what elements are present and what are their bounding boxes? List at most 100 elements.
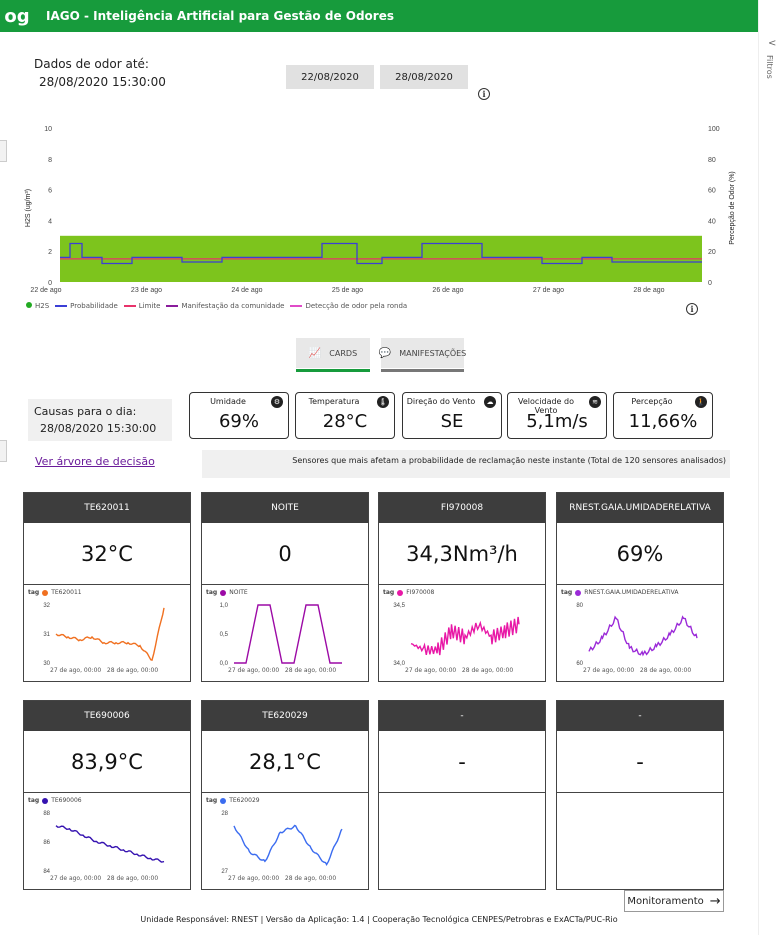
x-tick: 25 de ago: [332, 287, 363, 294]
sensor-mini-chart: tag TE620029 28 27 27 de ago, 00:00 28 de ag…: [202, 793, 368, 889]
chart-icon: 📈: [308, 347, 322, 359]
tab-manifestacoes[interactable]: 💬 MANIFESTAÇÕES: [378, 338, 467, 372]
mini-y-tick: 32: [43, 603, 50, 609]
mini-x-ticks: 27 de ago, 00:00 28 de ago, 00:00: [228, 875, 337, 882]
info-icon[interactable]: i: [686, 303, 698, 315]
mini-series-line: [588, 615, 698, 657]
kpi-card: Direção do Vento ☁ SE: [402, 392, 502, 439]
sensor-card-title: -: [379, 701, 545, 731]
kpi-icon: ⚙: [271, 396, 283, 408]
y-tick-left: 6: [48, 188, 52, 195]
left-panel-tab[interactable]: [0, 440, 7, 462]
app-logo: og: [4, 5, 30, 27]
y-tick-left: 10: [44, 126, 52, 133]
legend-item[interactable]: Limite: [123, 302, 161, 310]
legend-label: Detecção de odor pela ronda: [305, 302, 408, 310]
sensor-card[interactable]: TE620011 32°C tag TE620011 32 31 30 27 de ago, …: [23, 492, 191, 682]
kpi-title: Umidade: [210, 397, 246, 406]
filters-rail[interactable]: [758, 0, 780, 935]
odor-data-value: 28/08/2020 15:30:00: [39, 75, 166, 89]
mini-x-ticks: 27 de ago, 00:00 28 de ago, 00:00: [583, 667, 692, 674]
date-from-field[interactable]: 22/08/2020: [286, 65, 374, 89]
mini-y-tick: 28: [221, 811, 228, 817]
sensor-mini-chart: tag NOITE 1,0 0,5 0,0 27 de ago, 00:00 28 de …: [202, 585, 368, 681]
legend-item[interactable]: Probabilidade: [55, 302, 118, 310]
kpi-title: Direção do Vento: [406, 397, 476, 406]
sensor-card-title: FI970008: [379, 493, 545, 523]
causas-value: 28/08/2020 15:30:00: [40, 422, 157, 435]
y-tick-right: 20: [708, 249, 716, 256]
sensor-mini-chart: tag TE620011 32 31 30 27 de ago, 00:00 28 de …: [24, 585, 190, 681]
y-tick-right: 40: [708, 218, 716, 225]
sensor-card[interactable]: --: [556, 700, 724, 890]
kpi-value: 5,1m/s: [526, 411, 588, 432]
sensor-card-title: TE620011: [24, 493, 190, 523]
filters-label[interactable]: Filtros: [765, 55, 774, 79]
legend-item[interactable]: Detecção de odor pela ronda: [290, 302, 407, 310]
y-tick-right: 60: [708, 188, 716, 195]
mini-y-tick: 34,5: [393, 603, 405, 609]
active-tab-indicator: [296, 369, 370, 372]
sensor-card[interactable]: TE620029 28,1°C tag TE620029 28 27 27 de ago, …: [201, 700, 369, 890]
odor-data-label: Dados de odor até:: [34, 57, 149, 71]
sensor-card-value: 28,1°C: [202, 731, 368, 793]
legend-label: Probabilidade: [70, 302, 118, 310]
y-tick-left: 8: [48, 157, 52, 164]
sensor-card[interactable]: --: [378, 700, 546, 890]
mini-series-line: [233, 824, 343, 867]
sensors-description: Sensores que mais afetam a probabilidade…: [202, 450, 730, 478]
kpi-value: 28°C: [322, 411, 368, 432]
mini-series-line: [234, 604, 342, 664]
kpi-value: SE: [440, 411, 464, 432]
kpi-icon: ≋: [589, 396, 601, 408]
sensor-card-value: 34,3Nm³/h: [379, 523, 545, 585]
kpi-icon: ☁: [484, 396, 496, 408]
legend-label: Limite: [138, 302, 161, 310]
sensor-card-value: -: [557, 731, 723, 793]
x-tick: 28 de ago: [633, 287, 664, 294]
kpi-title: Percepção: [631, 397, 673, 406]
sensor-card-value: 32°C: [24, 523, 190, 585]
monitoramento-button[interactable]: Monitoramento →: [624, 890, 724, 912]
sensor-card-title: -: [557, 701, 723, 731]
legend-line: [290, 305, 303, 307]
top-bar: og IAGO - Inteligência Artificial para G…: [0, 0, 758, 32]
mini-x-ticks: 27 de ago, 00:00 28 de ago, 00:00: [228, 667, 337, 674]
monitoramento-label: Monitoramento: [627, 895, 704, 907]
mini-series-line: [410, 616, 520, 656]
legend-item[interactable]: Manifestação da comunidade: [166, 302, 284, 310]
causas-box: Causas para o dia: 28/08/2020 15:30:00: [28, 399, 172, 441]
date-to-field[interactable]: 28/08/2020: [380, 65, 468, 89]
left-panel-tab[interactable]: [0, 140, 7, 162]
mini-y-tick: 1,0: [220, 603, 229, 609]
kpi-card: Velocidade do Vento ≋ 5,1m/s: [507, 392, 607, 439]
tab-manifestacoes-label: MANIFESTAÇÕES: [399, 348, 467, 358]
mini-y-tick: 80: [576, 603, 583, 609]
kpi-card: Percepção 🚶 11,66%: [613, 392, 713, 439]
sensor-card-value: 0: [202, 523, 368, 585]
sensor-card[interactable]: TE690006 83,9°C tag TE690006 88 86 84 27 de ago…: [23, 700, 191, 890]
mini-y-tick: 86: [43, 840, 50, 846]
sensor-card[interactable]: FI970008 34,3Nm³/h tag FI970008 34,5 34,0 27 d…: [378, 492, 546, 682]
x-tick: 26 de ago: [432, 287, 463, 294]
mini-series-line: [55, 607, 165, 661]
sensor-card[interactable]: RNEST.GAIA.UMIDADERELATIVA 69% tag RNEST.GA…: [556, 492, 724, 682]
x-tick: 22 de ago: [30, 287, 61, 294]
message-icon: 💬: [378, 347, 392, 359]
tab-cards[interactable]: 📈 CARDS: [296, 338, 370, 372]
sensor-card-value: 83,9°C: [24, 731, 190, 793]
chevron-left-icon[interactable]: <: [768, 38, 776, 49]
sensor-mini-chart: [557, 793, 723, 889]
kpi-card: Umidade ⚙ 69%: [189, 392, 289, 439]
legend-item[interactable]: H2S: [26, 302, 49, 310]
app-title: IAGO - Inteligência Artificial para Gest…: [46, 9, 394, 23]
y-axis-label-left: H2S (ug/m³): [25, 189, 32, 227]
info-icon[interactable]: i: [478, 88, 490, 100]
mini-series-line: [55, 825, 165, 863]
main-chart-legend: H2S Probabilidade Limite Manifestação da co…: [26, 302, 407, 310]
kpi-value: 69%: [218, 411, 259, 432]
x-tick: 27 de ago: [533, 287, 564, 294]
decision-tree-link[interactable]: Ver árvore de decisão: [35, 455, 155, 468]
sensor-card[interactable]: NOITE 0 tag NOITE 1,0 0,5 0,0 27 de ago, 00:00 …: [201, 492, 369, 682]
kpi-icon: 🚶: [695, 396, 707, 408]
